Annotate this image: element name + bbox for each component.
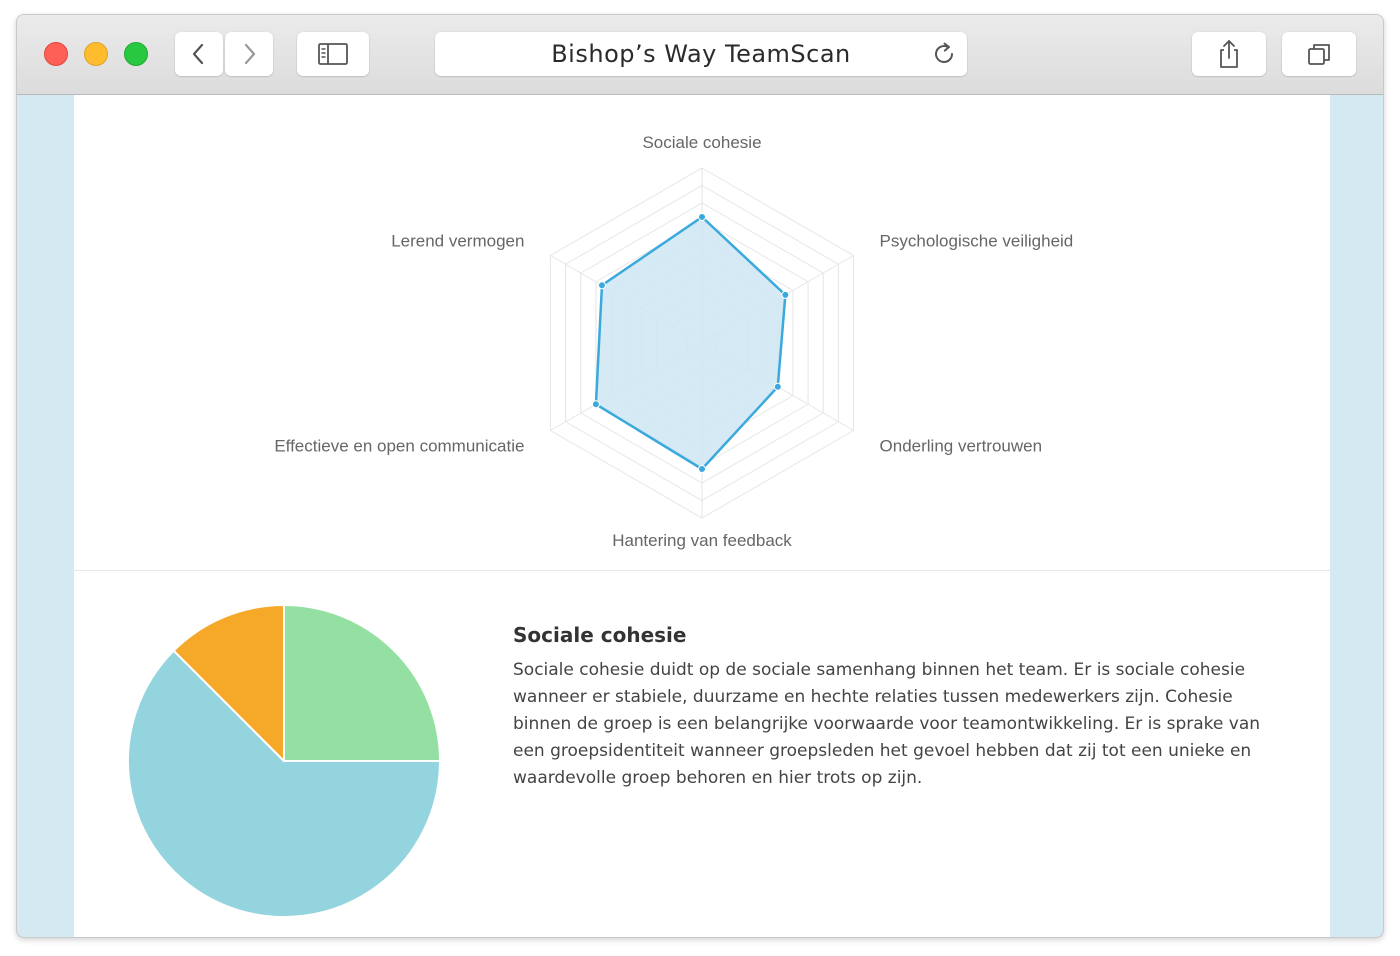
- description-line: waardevolle groep behoren en hier trots …: [513, 768, 923, 788]
- radar-point[interactable]: [698, 465, 706, 473]
- share-button[interactable]: [1192, 32, 1266, 76]
- description-panel: Sociale cohesie Sociale cohesie duidt op…: [513, 623, 1293, 792]
- address-bar[interactable]: Bishop’s Way TeamScan: [435, 32, 967, 76]
- radar-series-area: [594, 215, 787, 471]
- radar-point[interactable]: [781, 290, 790, 299]
- page-title: Bishop’s Way TeamScan: [551, 40, 851, 68]
- radar-axis-label: Lerend vermogen: [391, 232, 524, 251]
- sidebar-button[interactable]: [297, 32, 369, 76]
- radar-axis-label: Hantering van feedback: [612, 531, 792, 550]
- radar-point[interactable]: [698, 213, 706, 221]
- pie-chart: [127, 604, 441, 918]
- radar-axis-label: Effectieve en open communicatie: [274, 437, 524, 456]
- radar-point[interactable]: [773, 382, 782, 391]
- back-button[interactable]: [175, 32, 223, 76]
- forward-button[interactable]: [225, 32, 273, 76]
- navigation-buttons: [175, 32, 273, 76]
- radar-axis-label: Onderling vertrouwen: [880, 437, 1043, 456]
- description-title: Sociale cohesie: [513, 623, 687, 647]
- radar-axis-label: Sociale cohesie: [642, 133, 761, 152]
- pie-slice[interactable]: [283, 604, 441, 762]
- description-line: wanneer er stabiele, duurzame en hechte …: [513, 687, 1233, 707]
- page-content: Sociale cohesie Psychologische veiligheid…: [74, 95, 1330, 937]
- radar-axis-label: Psychologische veiligheid: [880, 232, 1074, 251]
- description-text: Sociale cohesie duidt op de sociale same…: [513, 657, 1293, 792]
- radar-chart: Sociale cohesie Psychologische veiligheid…: [274, 133, 1074, 550]
- radar-point[interactable]: [597, 281, 606, 290]
- tabs-button[interactable]: [1282, 32, 1356, 76]
- section-divider: [74, 570, 1330, 571]
- back-chevron-icon: [192, 43, 204, 65]
- close-window-button[interactable]: [44, 42, 68, 66]
- radar-series: [591, 213, 790, 473]
- sidebar-icon: [318, 43, 348, 65]
- share-icon: [1220, 40, 1238, 68]
- browser-window: Bishop’s Way TeamScan Sociale cohesie Ps…: [16, 14, 1384, 938]
- forward-chevron-icon: [244, 43, 256, 65]
- minimize-window-button[interactable]: [84, 42, 108, 66]
- browser-toolbar: Bishop’s Way TeamScan: [17, 15, 1383, 95]
- description-line: binnen de groep is een belangrijke voorw…: [513, 714, 1261, 734]
- tabs-icon: [1308, 44, 1330, 65]
- description-line: Sociale cohesie duidt op de sociale same…: [513, 660, 1246, 680]
- description-line: een groepsidentiteit wanneer groepsleden…: [513, 741, 1252, 761]
- maximize-window-button[interactable]: [124, 42, 148, 66]
- reload-icon[interactable]: [931, 41, 957, 67]
- radar-point[interactable]: [591, 400, 600, 409]
